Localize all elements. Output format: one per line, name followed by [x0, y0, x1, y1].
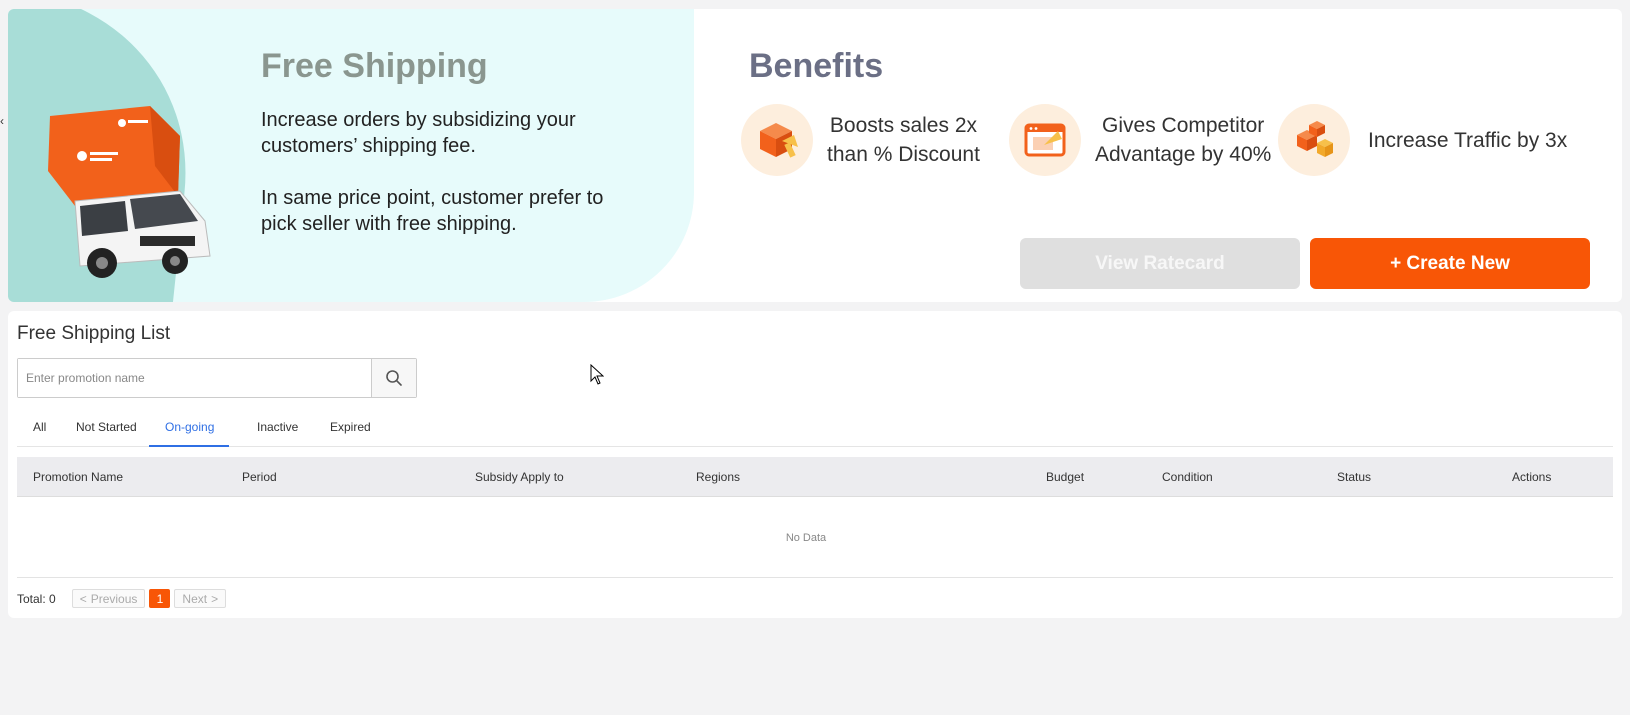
benefit-traffic: Increase Traffic by 3x: [1278, 102, 1567, 178]
collapse-handle-icon[interactable]: ‹: [0, 114, 4, 128]
search-box: [17, 358, 417, 398]
total-count: Total: 0: [17, 591, 56, 606]
chevron-right-icon: >: [211, 591, 219, 606]
free-shipping-banner: Free Shipping Increase orders by subsidi…: [8, 9, 1622, 302]
table-divider: [17, 577, 1613, 578]
create-new-button[interactable]: + Create New: [1310, 238, 1590, 289]
column-period: Period: [242, 470, 277, 484]
benefit-traffic-label: Increase Traffic by 3x: [1368, 128, 1568, 152]
benefits-title: Benefits: [749, 47, 884, 85]
benefit-competitor: Gives Competitor Advantage by 40%: [1009, 102, 1271, 178]
banner-hero: Free Shipping Increase orders by subsidi…: [8, 9, 694, 302]
next-label: Next: [182, 591, 208, 606]
box-arrow-icon: [741, 104, 813, 176]
column-status: Status: [1337, 470, 1372, 484]
browser-arrow-icon: [1009, 104, 1081, 176]
benefit-sales-label: Boosts sales 2x than % Discount: [827, 114, 980, 166]
tab-not-started[interactable]: Not Started: [76, 420, 137, 445]
search-button[interactable]: [371, 359, 416, 397]
view-ratecard-button[interactable]: View Ratecard: [1020, 238, 1300, 289]
tab-all[interactable]: All: [33, 420, 46, 445]
delivery-truck-image: [48, 106, 211, 278]
column-promotion-name: Promotion Name: [33, 470, 124, 484]
previous-page-button[interactable]: < Previous: [71, 589, 146, 608]
mouse-pointer-icon: [590, 364, 604, 385]
page-number-current[interactable]: 1: [149, 589, 171, 608]
table-header: Promotion Name Period Subsidy Apply to R…: [17, 457, 1613, 497]
column-condition: Condition: [1162, 470, 1213, 484]
column-actions: Actions: [1512, 470, 1552, 484]
empty-state: No Data: [785, 532, 827, 544]
column-regions: Regions: [696, 470, 741, 484]
previous-label: Previous: [90, 591, 138, 606]
list-title: Free Shipping List: [17, 323, 171, 344]
tab-expired[interactable]: Expired: [330, 420, 371, 445]
search-icon: [386, 370, 402, 386]
status-tabs: All Not Started On-going Inactive Expire…: [17, 411, 1613, 447]
free-shipping-list-card: Free Shipping List All Not Started On-go…: [8, 311, 1622, 618]
search-input[interactable]: [18, 359, 371, 397]
pagination: Total: 0 < Previous 1 Next >: [17, 589, 227, 608]
chevron-left-icon: <: [79, 591, 87, 606]
next-page-button[interactable]: Next >: [174, 589, 227, 608]
tab-on-going[interactable]: On-going: [149, 420, 230, 447]
banner-title: Free Shipping: [261, 47, 488, 85]
benefit-sales: Boosts sales 2x than % Discount: [741, 102, 980, 178]
boxes-traffic-icon: [1278, 104, 1350, 176]
banner-description-2: In same price point, customer prefer to …: [261, 187, 604, 235]
benefit-competitor-label: Gives Competitor Advantage by 40%: [1095, 114, 1272, 166]
tab-inactive[interactable]: Inactive: [257, 420, 298, 445]
column-budget: Budget: [1046, 470, 1085, 484]
column-subsidy-apply-to: Subsidy Apply to: [475, 470, 564, 484]
banner-description-1: Increase orders by subsidizing your cust…: [261, 109, 576, 157]
